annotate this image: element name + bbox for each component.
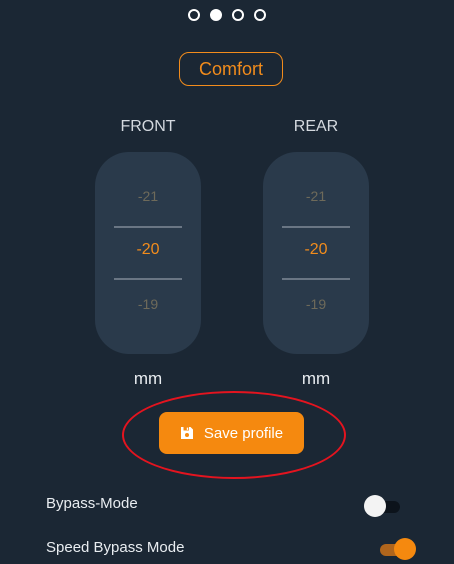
- rear-label: REAR: [293, 118, 339, 135]
- toggle-knob: [364, 495, 386, 517]
- front-prev-value[interactable]: -21: [95, 188, 201, 204]
- rear-value-picker[interactable]: -21 -20 -19: [263, 152, 369, 354]
- front-unit-label: mm: [133, 369, 163, 388]
- save-profile-button[interactable]: Save profile: [159, 412, 304, 454]
- rear-selected-value[interactable]: -20: [263, 241, 369, 259]
- save-profile-label: Save profile: [203, 424, 284, 442]
- front-selected-value[interactable]: -20: [95, 241, 201, 259]
- profile-mode-button[interactable]: Comfort: [179, 52, 283, 86]
- speed-bypass-mode-label: Speed Bypass Mode: [46, 539, 185, 556]
- picker-divider: [282, 278, 350, 280]
- front-next-value[interactable]: -19: [95, 296, 201, 312]
- page-dot[interactable]: [188, 9, 200, 21]
- page-indicator: [0, 9, 454, 21]
- page-dot-active[interactable]: [210, 9, 222, 21]
- picker-divider: [114, 278, 182, 280]
- rear-unit-label: mm: [301, 369, 331, 388]
- page-dot[interactable]: [254, 9, 266, 21]
- rear-next-value[interactable]: -19: [263, 296, 369, 312]
- front-label: FRONT: [120, 118, 176, 135]
- rear-prev-value[interactable]: -21: [263, 188, 369, 204]
- speed-bypass-mode-toggle[interactable]: [376, 538, 416, 560]
- bypass-mode-label: Bypass-Mode: [46, 495, 138, 512]
- toggle-knob: [394, 538, 416, 560]
- bypass-mode-toggle[interactable]: [364, 495, 404, 517]
- front-value-picker[interactable]: -21 -20 -19: [95, 152, 201, 354]
- picker-divider: [282, 226, 350, 228]
- page-dot[interactable]: [232, 9, 244, 21]
- picker-divider: [114, 226, 182, 228]
- floppy-disk-icon: [180, 427, 193, 439]
